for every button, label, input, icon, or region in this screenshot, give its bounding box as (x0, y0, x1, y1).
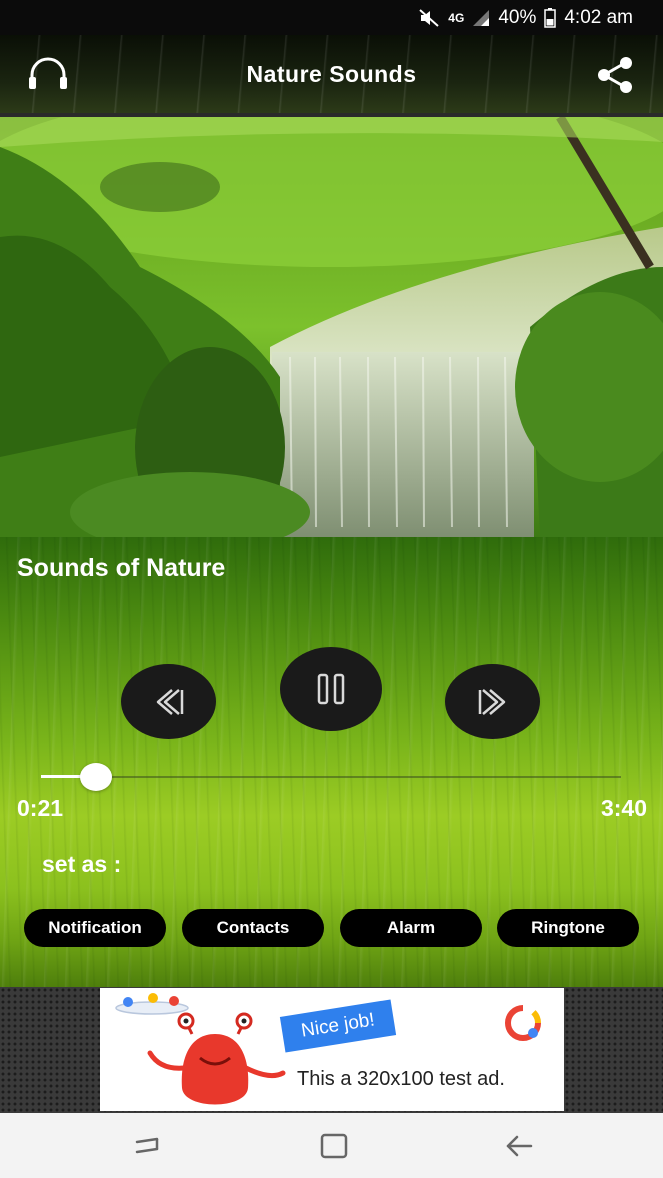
ad-logo-icon (505, 1005, 541, 1041)
page-title: Nature Sounds (246, 61, 417, 87)
set-ringtone-button[interactable]: Ringtone (497, 909, 639, 947)
mute-icon (418, 8, 440, 28)
ad-badge: Nice job! (279, 999, 397, 1053)
next-button[interactable] (445, 664, 540, 739)
seek-thumb[interactable] (80, 763, 113, 791)
previous-icon (156, 688, 183, 715)
set-alarm-button[interactable]: Alarm (340, 909, 482, 947)
total-time: 3:40 (600, 795, 647, 821)
pause-icon (317, 673, 345, 705)
set-as-label: set as : (42, 851, 122, 877)
battery-level: 40% (498, 7, 537, 28)
signal-icon (472, 9, 490, 27)
previous-button[interactable] (121, 664, 216, 739)
network-type: 4G (448, 11, 465, 25)
share-icon[interactable] (593, 55, 637, 95)
home-icon[interactable] (318, 1131, 350, 1161)
set-contacts-button[interactable]: Contacts (182, 909, 324, 947)
app-header: Nature Sounds (0, 35, 663, 117)
seek-bar[interactable] (41, 763, 621, 791)
hero-image (0, 117, 663, 537)
ad-banner[interactable]: Nice job! This a 320x100 test ad. (100, 988, 564, 1111)
set-notification-button[interactable]: Notification (24, 909, 166, 947)
current-time: 0:21 (17, 795, 64, 821)
seek-track (41, 776, 621, 778)
status-bar: 4G 40% 4:02 am (0, 0, 663, 35)
player-panel: Sounds of Nature 0:21 3:40 set as : Noti… (0, 537, 663, 987)
track-title: Sounds of Nature (17, 554, 226, 582)
status-indicators: 4G 40% 4:02 am (418, 6, 633, 30)
navigation-bar (0, 1113, 663, 1178)
battery-icon (544, 8, 557, 28)
next-icon (478, 688, 505, 715)
pause-button[interactable] (280, 647, 382, 731)
ad-mascot-illustration (115, 993, 286, 1105)
ad-text: This a 320x100 test ad. (297, 1068, 505, 1090)
clock: 4:02 am (564, 7, 633, 28)
recents-icon[interactable] (132, 1131, 164, 1161)
back-icon[interactable] (503, 1131, 535, 1161)
